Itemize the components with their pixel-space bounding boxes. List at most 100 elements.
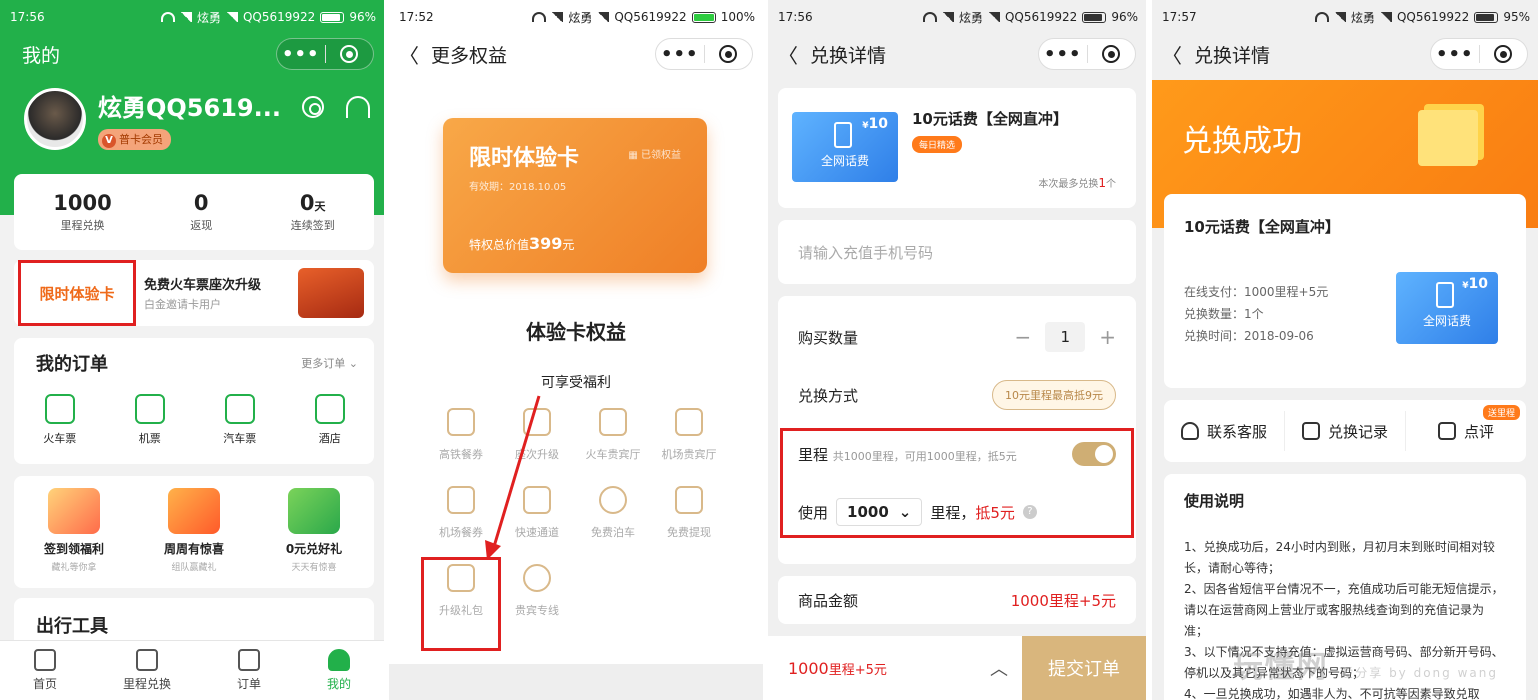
- wifi-icon: [160, 12, 175, 22]
- exchange-result-card: 10元话费【全网直冲】 在线支付：1000里程+5元 兑换数量：1个 兑换时间：…: [1164, 194, 1526, 388]
- usage-item: 1、兑换成功后，24小时内到账，月初月末到账时间相对较长，请耐心等待；: [1184, 540, 1495, 575]
- more-menu-icon[interactable]: •••: [1431, 44, 1479, 65]
- bottom-tab-bar: 首页 里程兑换 订单 我的: [0, 640, 384, 700]
- close-miniprogram-icon[interactable]: [326, 45, 374, 63]
- order-label: 汽车票: [223, 432, 257, 445]
- exchange-records-button[interactable]: 兑换记录: [1285, 411, 1406, 451]
- battery-icon: [1474, 11, 1499, 23]
- phone-number-input[interactable]: 请输入充值手机号码: [778, 220, 1136, 284]
- status-account: QQ5619922: [614, 10, 687, 24]
- benefit-airport-meal[interactable]: 机场餐券: [423, 482, 499, 540]
- member-badge-label: 普卡会员: [119, 133, 163, 146]
- mobile-phone-icon: [834, 122, 852, 148]
- order-hotel[interactable]: 酒店: [314, 394, 345, 446]
- benefit-checkin[interactable]: 签到领福利 藏礼等你拿: [19, 488, 129, 588]
- nav-bar: 〈 兑换详情 •••: [1152, 34, 1538, 74]
- order-flight[interactable]: 机票: [134, 394, 165, 446]
- signal-icon: [1379, 12, 1392, 22]
- miniprogram-capsule: •••: [276, 38, 374, 70]
- benefit-airport-lounge[interactable]: 机场贵宾厅: [651, 404, 727, 462]
- stat-value: 0: [299, 191, 315, 215]
- stat-unit: 天: [314, 200, 326, 213]
- close-miniprogram-icon[interactable]: [705, 45, 753, 63]
- stat-cashback[interactable]: 0 返现: [190, 191, 212, 233]
- open-box-icon: [1418, 110, 1478, 166]
- received-badge: ▦ 已领权益: [628, 150, 681, 161]
- page-title: 我的: [22, 44, 61, 67]
- sofa-icon: [675, 408, 703, 436]
- order-train[interactable]: 火车票: [43, 394, 76, 446]
- tab-mine[interactable]: 我的: [327, 649, 351, 692]
- tools-title: 出行工具: [36, 616, 108, 637]
- stat-mileage[interactable]: 1000 里程兑换: [53, 191, 111, 233]
- page-title: 兑换详情: [1194, 44, 1271, 67]
- customer-service-headset-icon[interactable]: [346, 96, 370, 118]
- trial-card[interactable]: 限时体验卡 有效期：2018.10.05 ▦ 已领权益 特权总价值399元: [443, 118, 707, 273]
- benefit-free-gift[interactable]: 0元兑好礼 天天有惊喜: [259, 488, 369, 588]
- miniprogram-capsule: •••: [655, 38, 753, 70]
- footer-amount: 1000里程+5元: [788, 658, 887, 678]
- product-name: 10元话费【全网直冲】: [1184, 218, 1340, 236]
- stat-value: 1000: [53, 191, 112, 215]
- quantity-value[interactable]: 1: [1045, 322, 1086, 352]
- exchange-method-pill[interactable]: 10元里程最高抵9元: [992, 380, 1116, 410]
- wifi-icon: [922, 12, 937, 22]
- exchange-success-screen: 17:57 炫勇 QQ5619922 95% 〈 兑换详情 ••• 兑换成功 10元…: [1152, 0, 1538, 700]
- more-menu-icon[interactable]: •••: [656, 44, 704, 65]
- tab-orders[interactable]: 订单: [237, 649, 261, 692]
- miniprogram-capsule: •••: [1430, 38, 1528, 70]
- usage-item: 2、因各省短信平台情况不一，充值成功后可能无短信提示，请以在运营商网上营业厅或客…: [1184, 582, 1504, 638]
- minus-button[interactable]: −: [1014, 325, 1031, 349]
- settings-gear-icon[interactable]: [302, 96, 324, 118]
- trial-card-tag[interactable]: 限时体验卡: [18, 260, 136, 326]
- headset-icon: [1180, 422, 1199, 440]
- tab-home[interactable]: 首页: [33, 649, 57, 692]
- benefit-seat-upgrade[interactable]: 座次升级: [499, 404, 575, 462]
- status-bar: 17:56 炫勇 QQ5619922 96%: [768, 0, 1146, 34]
- signal-icon: [551, 12, 564, 22]
- reward-badge: 送里程: [1482, 405, 1520, 420]
- status-time: 17:57: [1162, 10, 1197, 24]
- orders-title: 我的订单: [36, 354, 108, 375]
- benefit-vip-line[interactable]: 贵宾专线: [499, 560, 575, 618]
- more-menu-icon[interactable]: •••: [1039, 44, 1087, 65]
- my-profile-screen: 17:56 炫勇 QQ5619922 96% 我的 ••• 炫勇QQ5619... …: [0, 0, 384, 700]
- benefit-free-parking[interactable]: 免费泊车: [575, 482, 651, 540]
- close-miniprogram-icon[interactable]: [1480, 45, 1528, 63]
- usage-item: 4、一旦兑换成功，如遇非人为、不可抗等因素导致兑取: [1184, 687, 1480, 700]
- trial-card-promo[interactable]: 限时体验卡 免费火车票座次升级 白金邀请卡用户: [14, 260, 374, 326]
- wifi-icon: [1314, 12, 1329, 22]
- back-arrow-icon[interactable]: 〈: [778, 40, 798, 69]
- benefit-fast-lane[interactable]: 快速通道: [499, 482, 575, 540]
- actions-bar: 联系客服 兑换记录 点评 送里程: [1164, 400, 1526, 462]
- trial-card-validity: 有效期：2018.10.05: [469, 182, 567, 193]
- tab-mileage-exchange[interactable]: 里程兑换: [123, 649, 171, 692]
- benefit-train-lounge[interactable]: 火车贵宾厅: [575, 404, 651, 462]
- order-label: 火车票: [43, 432, 77, 445]
- back-arrow-icon[interactable]: 〈: [399, 40, 419, 69]
- promo-subtitle: 白金邀请卡用户: [144, 298, 221, 311]
- signal-icon: [1333, 12, 1346, 22]
- chevron-up-icon[interactable]: ︿: [990, 655, 1008, 681]
- more-orders-link[interactable]: 更多订单 ⌄: [301, 355, 358, 371]
- contact-service-button[interactable]: 联系客服: [1164, 411, 1285, 451]
- benefit-rail-meal[interactable]: 高铁餐券: [423, 404, 499, 462]
- user-name: 炫勇QQ5619...: [98, 94, 281, 122]
- avatar[interactable]: [24, 88, 86, 150]
- plus-button[interactable]: +: [1099, 325, 1116, 349]
- benefits-card: 签到领福利 藏礼等你拿 周周有惊喜 组队赢藏礼 0元兑好礼 天天有惊喜: [14, 476, 374, 588]
- battery-icon: [691, 11, 716, 23]
- lounge-icon: [599, 408, 627, 436]
- cash-icon: [675, 486, 703, 514]
- order-bus[interactable]: 汽车票: [223, 394, 256, 446]
- bowl-icon: [447, 408, 475, 436]
- submit-order-button[interactable]: 提交订单: [1022, 636, 1146, 700]
- benefit-free-withdraw[interactable]: 免费提现: [651, 482, 727, 540]
- benefit-weekly[interactable]: 周周有惊喜 组队赢藏礼: [139, 488, 249, 588]
- close-miniprogram-icon[interactable]: [1088, 45, 1136, 63]
- more-menu-icon[interactable]: •••: [277, 44, 325, 65]
- back-arrow-icon[interactable]: 〈: [1162, 40, 1182, 69]
- stat-checkin[interactable]: 0天 连续签到: [291, 191, 335, 233]
- review-button[interactable]: 点评 送里程: [1406, 405, 1526, 451]
- gift-box-icon: [168, 488, 220, 534]
